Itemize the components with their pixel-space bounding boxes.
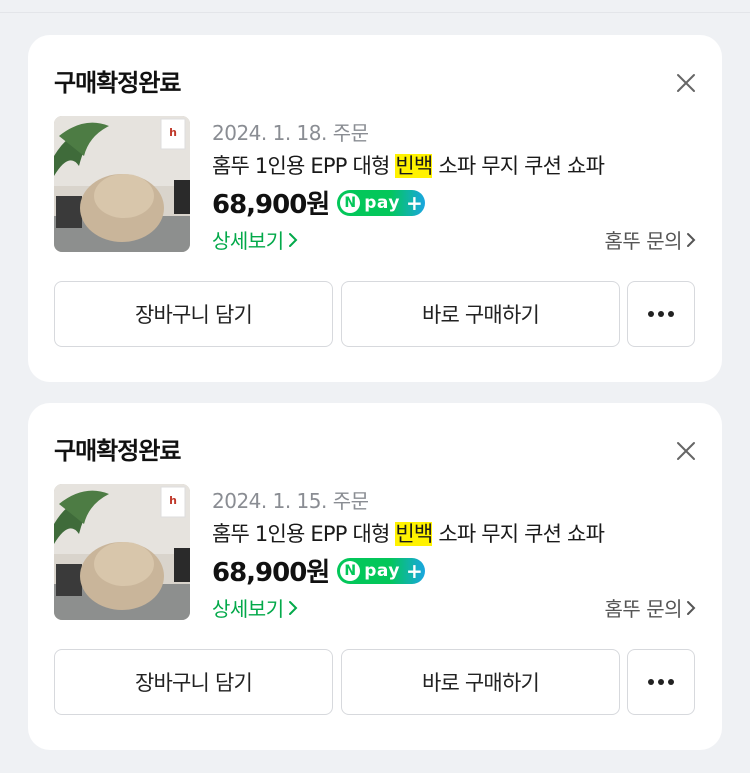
detail-link[interactable]: 상세보기 [212,225,298,254]
status-title: 구매확정완료 [54,69,181,97]
inquiry-label: 홈뚜 문의 [604,229,683,253]
buy-now-button[interactable]: 바로 구매하기 [341,649,620,715]
order-card: 구매확정완료 h 2024. 1. 15. 주문 홈뚜 1인용 EPP 대형 빈… [28,403,722,750]
order-date: 2024. 1. 15. 주문 [212,489,369,513]
product-name-part: 소파 무지 쿠션 쇼파 [432,154,605,178]
npay-n-icon: N [340,560,361,581]
close-icon[interactable] [674,439,698,463]
more-dots-icon [648,311,674,317]
close-icon[interactable] [674,71,698,95]
inquiry-label: 홈뚜 문의 [604,597,683,621]
product-image[interactable]: h [54,116,190,252]
svg-text:h: h [169,126,177,139]
product-image[interactable]: h [54,484,190,620]
plus-icon: + [405,190,423,215]
product-name-part: 홈뚜 1인용 EPP 대형 [212,522,396,546]
svg-text:h: h [169,494,177,507]
chevron-right-icon [687,600,696,615]
price-row: 68,900원 N pay + [212,184,426,221]
more-options-button[interactable] [627,281,695,347]
add-to-cart-button[interactable]: 장바구니 담기 [54,281,333,347]
chevron-right-icon [288,600,298,615]
npay-text: pay [364,192,400,213]
status-title: 구매확정완료 [54,437,181,465]
plus-icon: + [405,558,423,583]
more-options-button[interactable] [627,649,695,715]
product-name-part: 홈뚜 1인용 EPP 대형 [212,154,396,178]
product-name-highlight: 빈백 [395,154,433,178]
product-name[interactable]: 홈뚜 1인용 EPP 대형 빈백 소파 무지 쿠션 쇼파 [212,150,605,180]
product-name-part: 소파 무지 쿠션 쇼파 [432,522,605,546]
npay-text: pay [364,560,400,581]
chevron-right-icon [288,232,298,247]
detail-link[interactable]: 상세보기 [212,593,298,622]
price: 68,900원 [212,558,330,588]
npay-plus-badge: N pay + [337,189,426,216]
add-to-cart-button[interactable]: 장바구니 담기 [54,649,333,715]
seller-inquiry-link[interactable]: 홈뚜 문의 [605,593,696,622]
order-card: 구매확정완료 h 2024. 1. 18. 주문 홈뚜 1인용 EPP 대형 빈… [28,35,722,382]
more-dots-icon [648,679,674,685]
top-divider [0,12,750,13]
buy-now-button[interactable]: 바로 구매하기 [341,281,620,347]
chevron-right-icon [687,232,696,247]
npay-n-icon: N [340,192,361,213]
product-name-highlight: 빈백 [395,522,433,546]
seller-inquiry-link[interactable]: 홈뚜 문의 [605,225,696,254]
product-name[interactable]: 홈뚜 1인용 EPP 대형 빈백 소파 무지 쿠션 쇼파 [212,518,605,548]
price-row: 68,900원 N pay + [212,552,426,589]
npay-plus-badge: N pay + [337,557,426,584]
detail-link-label: 상세보기 [212,229,284,253]
detail-link-label: 상세보기 [212,597,284,621]
order-date: 2024. 1. 18. 주문 [212,121,369,145]
price: 68,900원 [212,190,330,220]
